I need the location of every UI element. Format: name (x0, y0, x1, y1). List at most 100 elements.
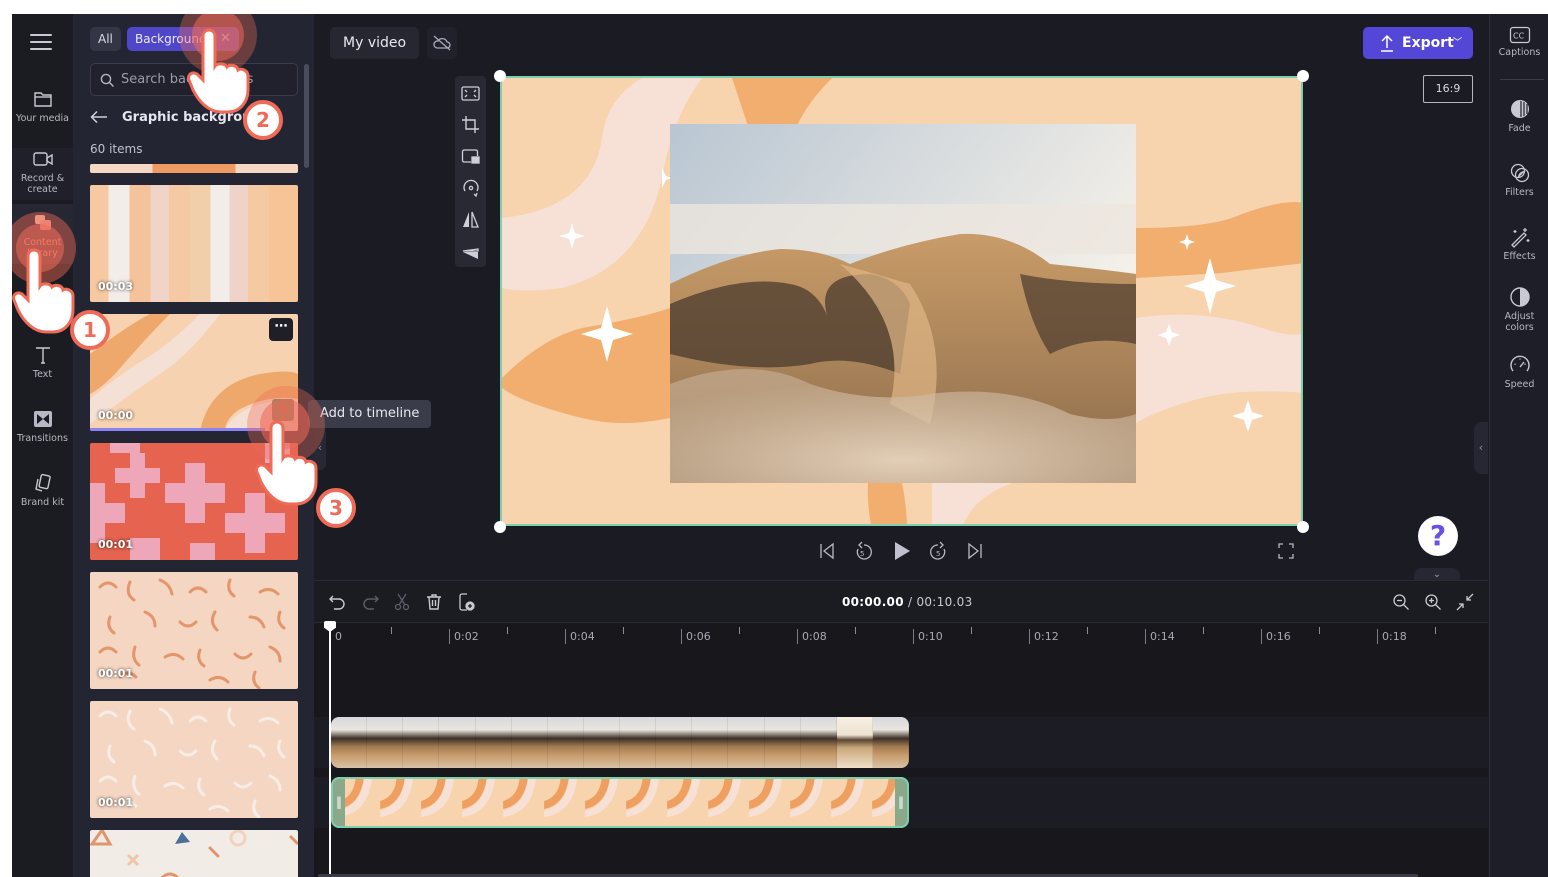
ruler-minor-tick (623, 627, 624, 634)
rail-label: Speed (1504, 379, 1535, 390)
rail-item-brand-kit[interactable]: Brand kit (12, 472, 73, 508)
video-preview-canvas[interactable] (500, 76, 1303, 526)
resize-handle-top-left[interactable] (494, 70, 506, 82)
svg-text:5: 5 (860, 550, 864, 558)
rail-label: Effects (1503, 251, 1536, 262)
filter-chip-all[interactable]: All (90, 27, 121, 51)
skip-to-end-icon[interactable] (965, 541, 985, 561)
ruler-tick-label: 0 (335, 630, 342, 643)
thumbnail-partial-sunburst[interactable] (90, 164, 298, 173)
play-icon[interactable] (891, 540, 913, 562)
resize-handle-top-right[interactable] (1297, 70, 1309, 82)
rail-label: Content library (23, 237, 62, 259)
rail-item-your-media[interactable]: Your media (12, 88, 73, 124)
rail-item-captions[interactable]: CC Captions (1490, 26, 1548, 58)
clip-frame (403, 717, 440, 768)
rotate-icon[interactable] (460, 177, 481, 198)
flip-vertical-icon[interactable] (460, 240, 481, 261)
timeline: 00:00.00 / 00:10.03 0 0:02 0:04 0:06 0:08 0:1… (314, 580, 1488, 877)
help-button[interactable]: ? (1418, 516, 1458, 556)
filters-icon (1510, 163, 1529, 183)
undo-icon[interactable] (328, 592, 348, 612)
more-options-button[interactable]: ⋯ (269, 318, 293, 341)
aspect-ratio-button[interactable]: 16:9 (1423, 75, 1473, 103)
rail-label: Text (32, 369, 53, 380)
zoom-out-icon[interactable] (1391, 592, 1411, 612)
rail-label: Filters (1505, 187, 1534, 198)
rail-item-record-create[interactable]: Record & create (12, 148, 73, 200)
add-to-timeline-button[interactable]: + (272, 399, 294, 421)
crop-icon[interactable] (460, 114, 481, 135)
delete-icon[interactable] (424, 592, 444, 612)
rail-item-effects[interactable]: Effects (1490, 226, 1548, 262)
remove-filter-icon[interactable]: ✕ (220, 27, 231, 51)
zoom-in-icon[interactable] (1423, 592, 1443, 612)
rail-item-adjust-colors[interactable]: Adjust colors (1490, 286, 1548, 333)
cloud-off-icon (433, 35, 451, 51)
rail-item-transitions[interactable]: Transitions (12, 408, 73, 444)
collapse-panel-button[interactable]: ‹ (314, 426, 326, 470)
skip-to-start-icon[interactable] (817, 541, 837, 561)
hamburger-menu-icon[interactable] (30, 34, 52, 50)
ruler-minor-tick (855, 627, 856, 634)
ruler-tick-label: 0:10 (913, 629, 943, 644)
thumbnail-duration: 00:03 (98, 280, 134, 293)
thumbnail-orange-waves[interactable]: ⋯ + 00:00 (90, 314, 298, 431)
project-title[interactable]: My video (330, 27, 420, 59)
clip-frame (331, 717, 368, 768)
desert-dunes-photo[interactable] (670, 124, 1136, 483)
rail-item-content-library[interactable]: Content library (12, 204, 73, 264)
thumbnail-orange-squiggles[interactable]: 00:01 (90, 572, 298, 689)
rail-item-speed[interactable]: Speed (1490, 354, 1548, 390)
ruler-tick-label: 0:08 (797, 629, 827, 644)
picture-in-picture-icon[interactable] (460, 146, 481, 167)
resize-handle-bottom-left[interactable] (494, 521, 506, 533)
export-button[interactable]: Export ﹀ (1363, 27, 1473, 59)
split-scissors-icon[interactable] (392, 592, 412, 612)
panel-scrollbar[interactable] (304, 64, 309, 168)
thumbnail-duration: 00:01 (98, 796, 134, 809)
arrow-left-icon (90, 110, 107, 124)
redo-icon[interactable] (360, 592, 380, 612)
fullscreen-icon[interactable] (1276, 541, 1296, 561)
thumbnail-duration: 00:00 (98, 409, 134, 422)
ruler-minor-tick (739, 627, 740, 634)
effects-wand-icon (1510, 228, 1529, 248)
search-input[interactable] (121, 64, 291, 95)
fit-screen-icon[interactable] (460, 83, 481, 104)
forward-5-icon[interactable]: 5 (929, 541, 949, 561)
rail-item-fade[interactable]: Fade (1490, 98, 1548, 134)
clip-frame (511, 717, 548, 768)
back-to-categories[interactable]: Graphic backgrounds (90, 106, 278, 128)
trim-handle-right[interactable]: ‖ (895, 779, 907, 826)
thumbnail-cream-squiggles[interactable]: 00:01 (90, 701, 298, 818)
flip-horizontal-icon[interactable] (460, 209, 481, 230)
clipchamp-editor: Your media Record & create Content libra… (12, 14, 1548, 877)
rewind-5-icon[interactable]: 5 (853, 541, 873, 561)
rail-item-filters[interactable]: Filters (1490, 162, 1548, 198)
rail-divider (1500, 79, 1544, 80)
ruler-tick-label: 0:04 (565, 629, 595, 644)
trim-handle-left[interactable]: ‖ (333, 779, 345, 826)
upload-icon (1381, 34, 1393, 52)
thumbnail-pastel-stripes[interactable]: 00:03 (90, 185, 298, 302)
rail-label: Captions (1498, 47, 1541, 58)
collapse-properties-button[interactable]: ‹ (1474, 422, 1488, 474)
desert-dunes-clip[interactable] (331, 717, 909, 768)
thumbnail-geometric-shapes[interactable] (90, 830, 298, 877)
cloud-sync-status[interactable] (427, 27, 457, 59)
captions-icon: CC (1509, 26, 1530, 44)
add-to-timeline-tooltip: Add to timeline (308, 400, 432, 428)
orange-waves-background-clip[interactable]: ‖ ‖ (331, 777, 909, 828)
video-camera-icon (32, 152, 53, 166)
resize-handle-bottom-right[interactable] (1297, 521, 1309, 533)
filter-chip-backgrounds[interactable]: Backgrounds ✕ (127, 27, 239, 51)
ruler-minor-tick (1319, 627, 1320, 634)
fit-timeline-icon[interactable] (1455, 592, 1475, 612)
ruler-minor-tick (971, 627, 972, 634)
timeline-ruler[interactable]: 0 0:02 0:04 0:06 0:08 0:10 0:12 0:14 0:16 0:18 (314, 624, 1488, 654)
clip-frame (692, 717, 729, 768)
add-media-icon[interactable] (456, 592, 476, 612)
rail-item-text[interactable]: Text (12, 344, 73, 380)
search-field[interactable] (90, 63, 298, 96)
